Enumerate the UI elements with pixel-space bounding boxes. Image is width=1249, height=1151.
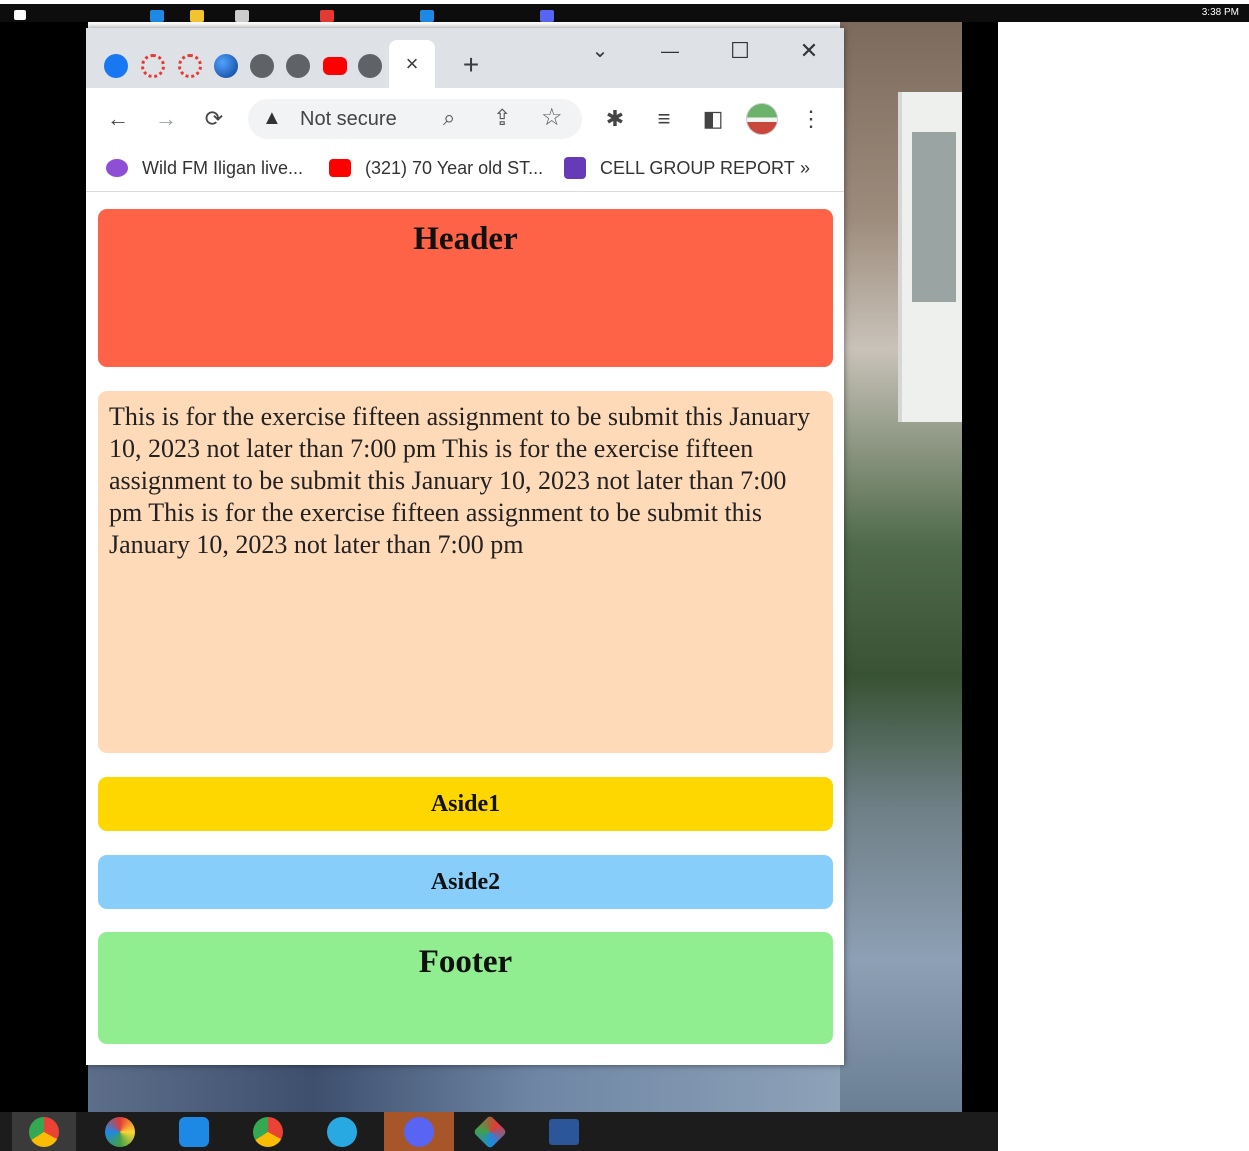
play-icon — [106, 159, 128, 177]
system-top-bar: 3:38 PM — [0, 4, 1249, 22]
loading-tab-icon[interactable] — [141, 54, 165, 78]
taskbar-chrome-2[interactable] — [236, 1112, 300, 1151]
bookmark-cell-group-report[interactable]: CELL GROUP REPORT — [564, 150, 795, 186]
store-mini-icon[interactable] — [235, 10, 249, 22]
taskbar-discord[interactable] — [384, 1112, 454, 1151]
browser-toolbar: ← → ⟳ ▲ Not secure ⌕ ⇪ ☆ ✱ ≡ ◧ ⋮ — [86, 88, 844, 150]
forward-button[interactable]: → — [151, 104, 181, 134]
wallpaper-door-window — [912, 132, 956, 302]
taskbar-edge[interactable] — [310, 1112, 374, 1151]
bookmark-star-icon[interactable]: ☆ — [541, 103, 563, 132]
zoom-icon[interactable]: ⌕ — [443, 105, 455, 131]
snipping-tool-icon — [473, 1114, 507, 1149]
forms-list-icon — [564, 157, 586, 179]
desktop-screen: 3:38 PM × + ⌄ — ☐ ✕ ← → ⟳ ▲ Not secure ⌕… — [0, 0, 1249, 1151]
discord-mini-icon[interactable] — [540, 10, 554, 22]
discord-icon — [404, 1116, 434, 1147]
header-section: Header — [98, 209, 833, 367]
chrome-icon — [29, 1116, 59, 1147]
bookmarks-bar: Wild FM Iligan live... (321) 70 Year old… — [86, 150, 844, 192]
word-icon — [549, 1118, 579, 1145]
taskbar-vscode[interactable] — [162, 1112, 226, 1151]
vscode-mini-icon[interactable] — [420, 10, 434, 22]
wallpaper-door — [898, 92, 962, 422]
close-window-button[interactable]: ✕ — [789, 36, 829, 66]
active-tab[interactable]: × — [389, 40, 435, 88]
aside2-title: Aside2 — [430, 869, 501, 895]
main-paragraph: This is for the exercise fifteen assignm… — [109, 402, 811, 559]
taskbar-chrome[interactable] — [12, 1112, 76, 1151]
bookmark-wild-fm[interactable]: Wild FM Iligan live... — [106, 150, 303, 186]
system-clock: 3:38 PM — [1201, 7, 1239, 18]
windows-start-icon[interactable] — [14, 10, 26, 20]
taskbar-paint[interactable] — [88, 1112, 152, 1151]
edge-mini-icon[interactable] — [150, 10, 164, 22]
taskbar-snipping-tool[interactable] — [458, 1112, 522, 1151]
address-bar[interactable]: ▲ Not secure ⌕ ⇪ ☆ — [248, 99, 582, 139]
chrome-icon — [253, 1116, 283, 1147]
security-label: Not secure — [300, 108, 397, 130]
bookmark-label: (321) 70 Year old ST... — [365, 157, 544, 178]
globe-tab-icon[interactable] — [286, 54, 310, 78]
folder-mini-icon[interactable] — [190, 10, 204, 22]
tab-search-button[interactable]: ⌄ — [580, 36, 620, 66]
share-icon[interactable]: ⇪ — [493, 105, 511, 131]
extensions-puzzle-icon[interactable]: ✱ — [600, 104, 630, 134]
main-section: This is for the exercise fifteen assignm… — [98, 391, 833, 753]
taskbar-word[interactable] — [532, 1112, 596, 1151]
bookmark-youtube-video[interactable]: (321) 70 Year old ST... — [329, 150, 543, 186]
bookmark-label: Wild FM Iligan live... — [142, 157, 304, 178]
vscode-icon — [179, 1116, 209, 1147]
desktop-wallpaper-photo — [840, 22, 962, 1112]
footer-section: Footer — [98, 932, 833, 1044]
youtube-tab-icon[interactable] — [323, 57, 347, 75]
chrome-mini-icon[interactable] — [320, 10, 334, 22]
browser-window: × + ⌄ — ☐ ✕ ← → ⟳ ▲ Not secure ⌕ ⇪ ☆ ✱ ≡… — [86, 28, 844, 1065]
footer-title: Footer — [418, 944, 513, 980]
web-page-content: Header This is for the exercise fifteen … — [86, 193, 844, 1065]
tab-close-icon[interactable]: × — [406, 51, 419, 77]
facebook-tab-icon[interactable] — [104, 54, 128, 78]
reload-button[interactable]: ⟳ — [199, 104, 229, 134]
bookmark-label: CELL GROUP REPORT — [600, 157, 795, 178]
tab-strip: × + ⌄ — ☐ ✕ — [86, 28, 844, 88]
bookmarks-overflow-button[interactable]: » — [800, 150, 810, 186]
desktop-background-left — [0, 22, 88, 1112]
media-controls-icon[interactable]: ≡ — [649, 104, 679, 134]
maximize-button[interactable]: ☐ — [720, 36, 760, 66]
new-tab-button[interactable]: + — [456, 50, 486, 80]
back-button[interactable]: ← — [103, 104, 133, 134]
globe-tab-icon[interactable] — [358, 54, 382, 78]
youtube-icon — [329, 159, 351, 177]
desktop-background-right — [962, 22, 998, 1112]
menu-more-button[interactable]: ⋮ — [796, 104, 826, 134]
globe-tab-icon[interactable] — [250, 54, 274, 78]
warning-triangle-icon: ▲ — [262, 107, 282, 129]
desktop-wallpaper-bottom — [88, 1064, 840, 1112]
aside1-section: Aside1 — [98, 777, 833, 831]
globe-dark-tab-icon[interactable] — [214, 54, 238, 78]
paint-icon — [105, 1116, 135, 1147]
taskbar — [0, 1112, 998, 1151]
edge-icon — [327, 1116, 357, 1147]
side-panel-icon[interactable]: ◧ — [698, 104, 728, 134]
profile-avatar[interactable] — [746, 103, 778, 135]
aside1-title: Aside1 — [430, 791, 501, 817]
minimize-button[interactable]: — — [650, 36, 690, 66]
header-title: Header — [413, 221, 518, 257]
loading-tab-icon[interactable] — [178, 54, 202, 78]
aside2-section: Aside2 — [98, 855, 833, 909]
